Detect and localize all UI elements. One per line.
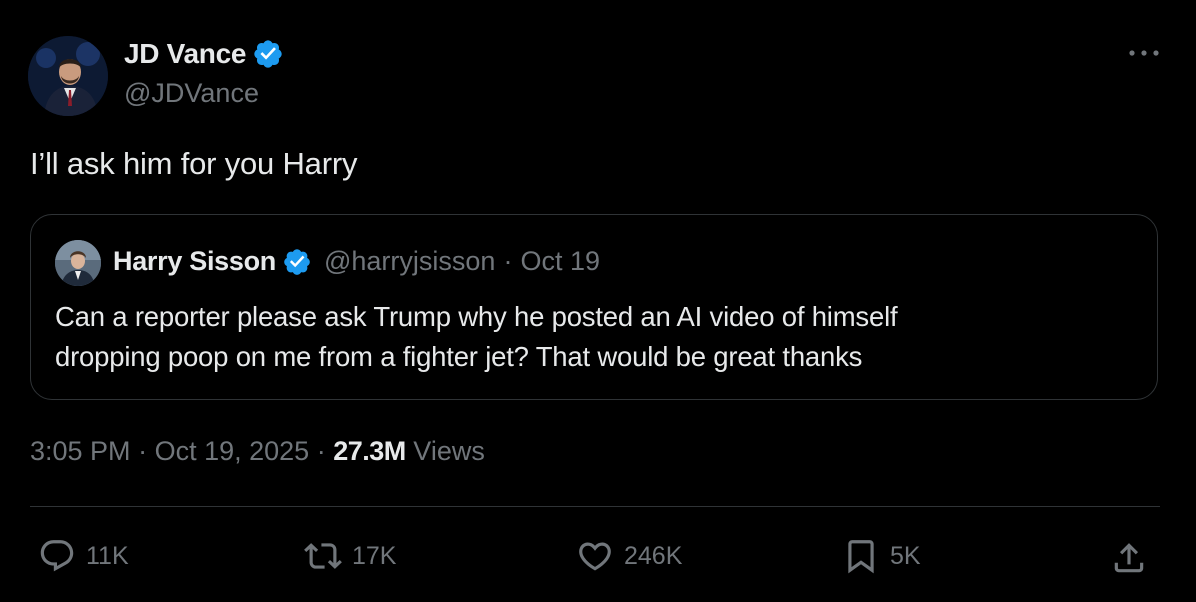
share-icon <box>1114 543 1144 573</box>
meta-separator: · <box>138 436 148 466</box>
author-name-row[interactable]: JD Vance <box>124 38 284 70</box>
bookmark-icon <box>848 540 874 574</box>
share-button[interactable] <box>1110 536 1148 580</box>
quoted-tweet[interactable]: Harry Sisson @harryjsisson · Oct 19 Can … <box>30 214 1158 400</box>
profile-photo-icon <box>28 36 108 116</box>
tweet-date[interactable]: Oct 19, 2025 <box>155 436 310 466</box>
author-handle[interactable]: @JDVance <box>124 78 259 109</box>
like-count: 246K <box>624 541 683 570</box>
quoted-text-line-2: dropping poop on me from a fighter jet? … <box>55 341 863 372</box>
verified-badge-icon <box>254 40 282 68</box>
quoted-header: Harry Sisson @harryjsisson · Oct 19 <box>113 246 600 277</box>
more-icon <box>1129 50 1159 56</box>
quoted-text: Can a reporter please ask Trump why he p… <box>55 297 1135 377</box>
views-label: Views <box>413 436 485 466</box>
like-button[interactable]: 246K <box>576 534 682 578</box>
quoted-date[interactable]: Oct 19 <box>520 246 600 277</box>
quoted-author-avatar[interactable] <box>55 240 101 286</box>
quoted-text-line-1: Can a reporter please ask Trump why he p… <box>55 301 898 332</box>
tweet-meta: 3:05 PM · Oct 19, 2025 · 27.3M Views <box>30 436 485 467</box>
more-button[interactable] <box>1124 38 1164 68</box>
repost-count: 17K <box>352 541 397 570</box>
author-avatar[interactable] <box>28 36 108 116</box>
like-icon <box>579 542 611 571</box>
repost-icon <box>304 543 342 569</box>
divider <box>30 506 1160 507</box>
repost-button[interactable]: 17K <box>304 534 396 578</box>
quoted-separator: · <box>503 246 513 276</box>
author-name[interactable]: JD Vance <box>124 38 246 70</box>
quoted-author-handle[interactable]: @harryjsisson <box>324 246 495 277</box>
bookmark-count: 5K <box>890 541 921 570</box>
views-count: 27.3M <box>333 436 406 466</box>
meta-separator: · <box>316 436 326 466</box>
reply-button[interactable]: 11K <box>38 534 129 578</box>
bookmark-button[interactable]: 5K <box>842 534 921 578</box>
tweet-text: I’ll ask him for you Harry <box>30 146 358 181</box>
verified-badge-icon <box>284 248 310 275</box>
reply-icon <box>40 540 74 572</box>
profile-photo-icon <box>55 240 101 286</box>
quoted-author-name[interactable]: Harry Sisson <box>113 246 276 277</box>
tweet-time[interactable]: 3:05 PM <box>30 436 131 466</box>
reply-count: 11K <box>86 541 129 570</box>
